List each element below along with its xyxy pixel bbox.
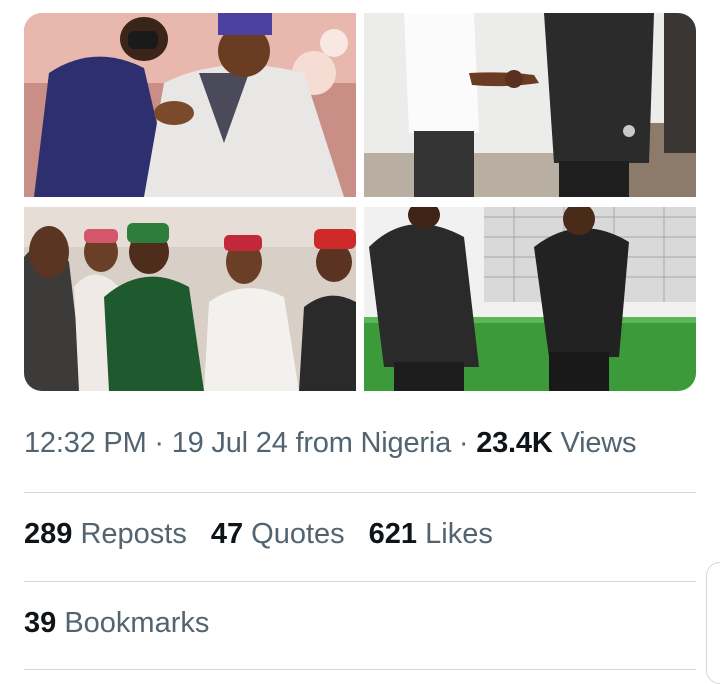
meta-separator: · [458, 427, 469, 459]
tweet-photo-2[interactable] [364, 13, 696, 197]
divider [24, 581, 696, 582]
views-label: Views [560, 427, 637, 459]
views-count: 23.4K [476, 427, 553, 459]
likes-label: Likes [425, 518, 493, 550]
tweet-time[interactable]: 12:32 PM [24, 427, 147, 459]
tweet-media-grid [24, 13, 696, 391]
quotes-label: Quotes [251, 518, 345, 550]
divider [24, 669, 696, 670]
tweet-date[interactable]: 19 Jul 24 [172, 427, 288, 459]
bookmarks-stat[interactable]: 39 Bookmarks [24, 607, 209, 640]
quotes-stat[interactable]: 47 Quotes [211, 518, 345, 551]
meta-separator: · [154, 427, 164, 459]
tweet-photo-4[interactable] [364, 207, 696, 391]
reposts-stat[interactable]: 289 Reposts [24, 518, 187, 551]
quotes-count: 47 [210, 518, 244, 550]
offscreen-card-edge [706, 562, 720, 684]
tweet-location: from Nigeria [295, 427, 452, 459]
tweet-meta: 12:32 PM · 19 Jul 24 from Nigeria · 23.4… [24, 427, 636, 460]
likes-stat[interactable]: 621 Likes [369, 518, 493, 551]
reposts-label: Reposts [80, 518, 187, 550]
bookmarks-label: Bookmarks [64, 607, 210, 639]
divider [24, 492, 696, 493]
engagement-stats: 289 Reposts 47 Quotes 621 Likes [24, 518, 493, 551]
reposts-count: 289 [24, 518, 73, 550]
likes-count: 621 [368, 518, 418, 550]
tweet-photo-1[interactable] [24, 13, 356, 197]
bookmarks-count: 39 [24, 607, 57, 639]
tweet-photo-3[interactable] [24, 207, 356, 391]
